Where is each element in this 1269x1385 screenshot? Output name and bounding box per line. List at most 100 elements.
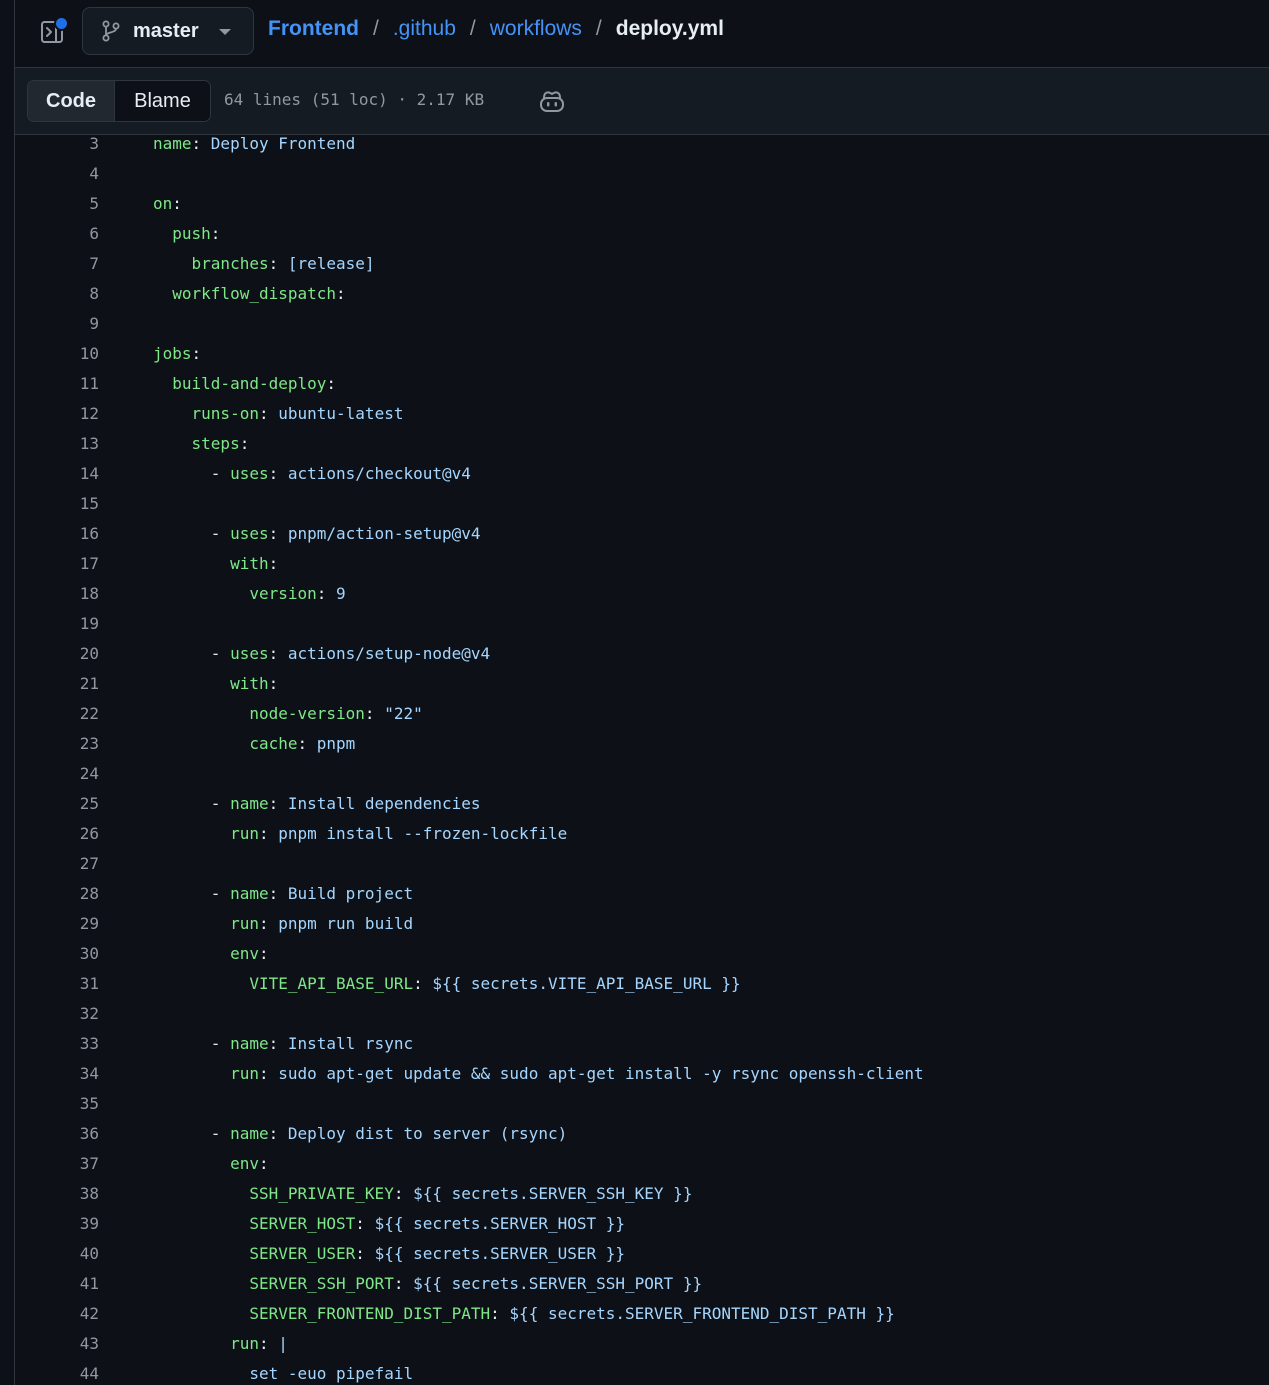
line-number[interactable]: 24 — [15, 759, 99, 789]
line-number[interactable]: 27 — [15, 849, 99, 879]
line-number[interactable]: 33 — [15, 1029, 99, 1059]
sidebar-toggle-button[interactable] — [35, 14, 71, 50]
line-number[interactable]: 37 — [15, 1149, 99, 1179]
code-line: 5 on: — [15, 189, 1269, 219]
line-content: node-version: "22" — [153, 699, 423, 729]
line-content: steps: — [153, 429, 250, 459]
copilot-icon[interactable] — [538, 88, 566, 114]
line-number[interactable]: 5 — [15, 189, 99, 219]
line-number[interactable]: 23 — [15, 729, 99, 759]
code-value: | — [278, 1334, 288, 1353]
line-number[interactable]: 29 — [15, 909, 99, 939]
line-number[interactable]: 10 — [15, 339, 99, 369]
code-value: pnpm — [316, 734, 356, 753]
line-number[interactable]: 17 — [15, 549, 99, 579]
code-line: 42 SERVER_FRONTEND_DIST_PATH: ${{ secret… — [15, 1299, 1269, 1329]
code-value: actions/setup-node@v4 — [287, 644, 491, 663]
line-number[interactable]: 42 — [15, 1299, 99, 1329]
code-line: 39 SERVER_HOST: ${{ secrets.SERVER_HOST … — [15, 1209, 1269, 1239]
line-number[interactable]: 22 — [15, 699, 99, 729]
line-number[interactable]: 13 — [15, 429, 99, 459]
code-key: node-version — [249, 704, 365, 723]
line-number[interactable]: 39 — [15, 1209, 99, 1239]
line-number[interactable]: 3 — [15, 135, 99, 159]
code-separator: : — [268, 464, 288, 483]
line-number[interactable]: 7 — [15, 249, 99, 279]
line-number[interactable]: 20 — [15, 639, 99, 669]
line-number[interactable]: 25 — [15, 789, 99, 819]
code-line: 4 — [15, 159, 1269, 189]
line-number[interactable]: 26 — [15, 819, 99, 849]
code-separator: : — [355, 1244, 375, 1263]
code-value: "22" — [384, 704, 423, 723]
branch-selector-button[interactable]: master — [82, 7, 254, 55]
code-separator: : — [413, 974, 433, 993]
code-line: 25 - name: Install dependencies — [15, 789, 1269, 819]
line-number[interactable]: 31 — [15, 969, 99, 999]
code-separator: : — [268, 644, 288, 663]
line-number[interactable]: 19 — [15, 609, 99, 639]
code-line: 32 — [15, 999, 1269, 1029]
line-number[interactable]: 4 — [15, 159, 99, 189]
code-separator: : — [364, 704, 385, 723]
code-value: ${{ secrets.SERVER_USER }} — [374, 1244, 626, 1263]
code-line: 33 - name: Install rsync — [15, 1029, 1269, 1059]
code-key: run — [230, 1064, 259, 1083]
line-number[interactable]: 16 — [15, 519, 99, 549]
code-key: SERVER_HOST — [249, 1214, 356, 1233]
line-number[interactable]: 21 — [15, 669, 99, 699]
code-key: uses — [230, 524, 269, 543]
code-key: env — [230, 944, 259, 963]
line-number[interactable]: 38 — [15, 1179, 99, 1209]
line-number[interactable]: 12 — [15, 399, 99, 429]
tab-code[interactable]: Code — [28, 81, 114, 121]
code-key: name — [230, 1124, 269, 1143]
line-number[interactable]: 34 — [15, 1059, 99, 1089]
code-separator: : — [172, 194, 182, 213]
tab-blame[interactable]: Blame — [114, 81, 210, 121]
line-number[interactable]: 15 — [15, 489, 99, 519]
code-separator: : — [191, 344, 202, 363]
code-separator: : — [297, 734, 317, 753]
line-content: env: — [153, 1149, 269, 1179]
breadcrumb-github-folder-link[interactable]: .github — [393, 17, 456, 41]
line-number[interactable]: 44 — [15, 1359, 99, 1385]
line-number[interactable]: 14 — [15, 459, 99, 489]
breadcrumb-repo-link[interactable]: Frontend — [268, 17, 359, 41]
line-number[interactable]: 28 — [15, 879, 99, 909]
breadcrumb-workflows-folder-link[interactable]: workflows — [490, 17, 582, 41]
line-number[interactable]: 40 — [15, 1239, 99, 1269]
line-number[interactable]: 9 — [15, 309, 99, 339]
chevron-down-icon — [219, 29, 231, 35]
line-number[interactable]: 41 — [15, 1269, 99, 1299]
line-number[interactable]: 18 — [15, 579, 99, 609]
code-line: 29 run: pnpm run build — [15, 909, 1269, 939]
code-value: actions/checkout@v4 — [287, 464, 471, 483]
line-number[interactable]: 8 — [15, 279, 99, 309]
line-number[interactable]: 35 — [15, 1089, 99, 1119]
code-separator: : — [268, 1034, 288, 1053]
line-number[interactable]: 43 — [15, 1329, 99, 1359]
line-content: - uses: pnpm/action-setup@v4 — [153, 519, 481, 549]
code-line: 28 - name: Build project — [15, 879, 1269, 909]
code-separator: : — [258, 914, 279, 933]
line-content: push: — [153, 219, 220, 249]
line-number[interactable]: 32 — [15, 999, 99, 1029]
code-value: ${{ secrets.VITE_API_BASE_URL }} — [432, 974, 741, 993]
code-line: 31 VITE_API_BASE_URL: ${{ secrets.VITE_A… — [15, 969, 1269, 999]
line-number[interactable]: 30 — [15, 939, 99, 969]
line-number[interactable]: 6 — [15, 219, 99, 249]
line-content: version: 9 — [153, 579, 345, 609]
code-key: run — [230, 914, 259, 933]
line-number[interactable]: 36 — [15, 1119, 99, 1149]
code-value: ${{ secrets.SERVER_FRONTEND_DIST_PATH }} — [509, 1304, 895, 1323]
code-value: ${{ secrets.SERVER_HOST }} — [374, 1214, 626, 1233]
line-number[interactable]: 11 — [15, 369, 99, 399]
file-info: 64 lines (51 loc) · 2.17 KB — [224, 90, 485, 109]
